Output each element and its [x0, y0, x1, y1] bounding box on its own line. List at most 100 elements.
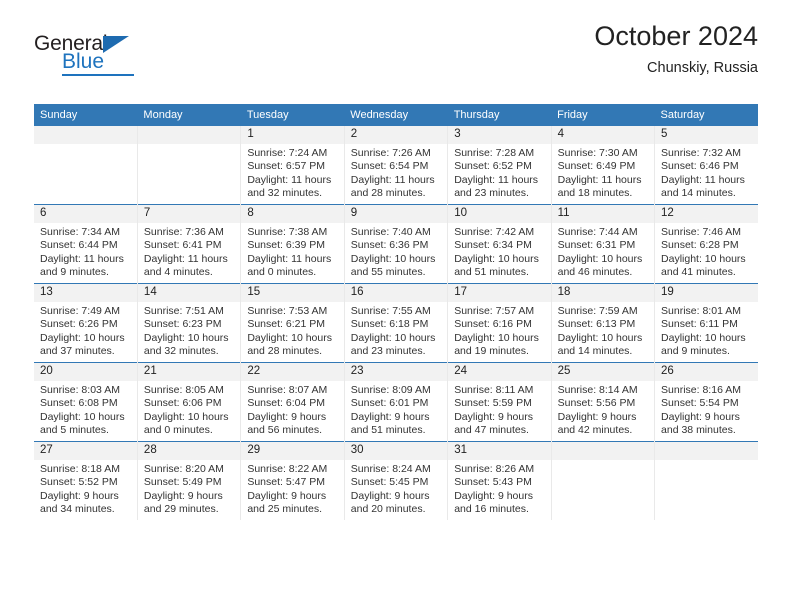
calendar-day-cell[interactable]: 7 Sunrise: 7:36 AM Sunset: 6:41 PM Daylight…	[137, 204, 242, 284]
weekday-header-sunday: Sunday	[34, 104, 138, 126]
daylight-text: Daylight: 9 hours and 34 minutes.	[40, 489, 119, 516]
calendar-day-cell[interactable]: 4 Sunrise: 7:30 AM Sunset: 6:49 PM Daylight…	[551, 126, 656, 205]
logo-underline	[62, 74, 134, 76]
calendar-day-cell[interactable]: 15 Sunrise: 7:53 AM Sunset: 6:21 PM Dayligh…	[240, 283, 345, 363]
day-details: Sunrise: 8:20 AM Sunset: 5:49 PM Daylight:…	[138, 460, 240, 517]
sunset-text: Sunset: 6:41 PM	[143, 239, 222, 252]
calendar-day-cell[interactable]: 12 Sunrise: 7:46 AM Sunset: 6:28 PM Dayligh…	[654, 204, 758, 284]
calendar-day-cell[interactable]: 19 Sunrise: 8:01 AM Sunset: 6:11 PM Dayligh…	[654, 283, 758, 363]
calendar-day-cell[interactable]: 20 Sunrise: 8:03 AM Sunset: 6:08 PM Dayligh…	[34, 362, 138, 442]
day-details: Sunrise: 7:42 AM Sunset: 6:34 PM Daylight:…	[448, 223, 550, 280]
calendar-day-cell[interactable]: 23 Sunrise: 8:09 AM Sunset: 6:01 PM Dayligh…	[344, 362, 449, 442]
daylight-text: Daylight: 10 hours and 14 minutes.	[557, 331, 643, 358]
calendar-day-cell[interactable]: 28 Sunrise: 8:20 AM Sunset: 5:49 PM Dayligh…	[137, 441, 242, 520]
day-number: 7	[137, 205, 241, 223]
sunset-text: Sunset: 5:52 PM	[40, 476, 118, 489]
calendar-day-cell[interactable]: 17 Sunrise: 7:57 AM Sunset: 6:16 PM Dayligh…	[447, 283, 552, 363]
sunrise-text: Sunrise: 8:22 AM	[247, 463, 328, 475]
sunset-text: Sunset: 6:54 PM	[350, 160, 429, 173]
day-number	[34, 126, 137, 144]
weekday-header-tuesday: Tuesday	[240, 104, 345, 126]
calendar-day-cell[interactable]: 5 Sunrise: 7:32 AM Sunset: 6:46 PM Daylight…	[654, 126, 758, 205]
sunset-text: Sunset: 5:49 PM	[143, 476, 222, 489]
sunrise-text: Sunrise: 8:14 AM	[557, 384, 638, 396]
sunrise-text: Sunrise: 7:30 AM	[557, 147, 638, 159]
calendar-day-cell[interactable]: 3 Sunrise: 7:28 AM Sunset: 6:52 PM Daylight…	[447, 126, 552, 205]
calendar-week-row: 13 Sunrise: 7:49 AM Sunset: 6:26 PM Dayligh…	[34, 283, 758, 363]
day-details: Sunrise: 7:59 AM Sunset: 6:13 PM Daylight:…	[552, 302, 654, 359]
sunset-text: Sunset: 6:49 PM	[557, 160, 636, 173]
daylight-text: Daylight: 11 hours and 32 minutes.	[247, 173, 332, 200]
sunrise-text: Sunrise: 8:09 AM	[350, 384, 431, 396]
calendar-day-cell[interactable]: 10 Sunrise: 7:42 AM Sunset: 6:34 PM Dayligh…	[447, 204, 552, 284]
daylight-text: Daylight: 11 hours and 23 minutes.	[454, 173, 539, 200]
sunset-text: Sunset: 6:44 PM	[40, 239, 118, 252]
calendar-week-row: 6 Sunrise: 7:34 AM Sunset: 6:44 PM Daylight…	[34, 204, 758, 284]
day-details: Sunrise: 7:53 AM Sunset: 6:21 PM Daylight:…	[241, 302, 343, 359]
day-number: 26	[655, 363, 758, 381]
sunrise-text: Sunrise: 7:46 AM	[661, 226, 741, 238]
sunset-text: Sunset: 6:52 PM	[454, 160, 532, 173]
calendar-day-cell[interactable]: 18 Sunrise: 7:59 AM Sunset: 6:13 PM Dayligh…	[551, 283, 656, 363]
sunset-text: Sunset: 5:54 PM	[661, 397, 739, 410]
calendar-day-cell[interactable]: 31 Sunrise: 8:26 AM Sunset: 5:43 PM Dayligh…	[447, 441, 552, 520]
day-number: 20	[34, 363, 137, 381]
daylight-text: Daylight: 10 hours and 55 minutes.	[350, 252, 436, 279]
calendar-header-row-group: Sunday Monday Tuesday Wednesday Thursday…	[34, 104, 758, 126]
calendar-day-cell[interactable]: 11 Sunrise: 7:44 AM Sunset: 6:31 PM Dayligh…	[551, 204, 656, 284]
sunrise-text: Sunrise: 7:32 AM	[661, 147, 741, 159]
daylight-text: Daylight: 10 hours and 19 minutes.	[454, 331, 539, 358]
day-details: Sunrise: 8:05 AM Sunset: 6:06 PM Daylight:…	[138, 381, 240, 438]
day-details: Sunrise: 8:26 AM Sunset: 5:43 PM Daylight:…	[448, 460, 550, 517]
calendar-week-row: 27 Sunrise: 8:18 AM Sunset: 5:52 PM Dayligh…	[34, 441, 758, 520]
daylight-text: Daylight: 10 hours and 46 minutes.	[557, 252, 643, 279]
calendar-page: General Blue October 2024 Chunskiy, Russ…	[0, 0, 792, 612]
weekday-header-saturday: Saturday	[654, 104, 758, 126]
calendar-day-cell[interactable]: 30 Sunrise: 8:24 AM Sunset: 5:45 PM Dayligh…	[344, 441, 449, 520]
sunrise-text: Sunrise: 7:55 AM	[350, 305, 431, 317]
sunset-text: Sunset: 5:59 PM	[454, 397, 532, 410]
sunset-text: Sunset: 5:43 PM	[454, 476, 532, 489]
sunrise-text: Sunrise: 7:59 AM	[557, 305, 638, 317]
sunset-text: Sunset: 6:08 PM	[40, 397, 118, 410]
day-details: Sunrise: 7:57 AM Sunset: 6:16 PM Daylight:…	[448, 302, 550, 359]
daylight-text: Daylight: 10 hours and 9 minutes.	[661, 331, 746, 358]
calendar-day-cell[interactable]: 6 Sunrise: 7:34 AM Sunset: 6:44 PM Daylight…	[34, 204, 138, 284]
calendar-day-cell[interactable]: 9 Sunrise: 7:40 AM Sunset: 6:36 PM Daylight…	[344, 204, 449, 284]
sunrise-text: Sunrise: 8:16 AM	[661, 384, 741, 396]
daylight-text: Daylight: 10 hours and 28 minutes.	[247, 331, 332, 358]
day-details: Sunrise: 7:34 AM Sunset: 6:44 PM Daylight:…	[34, 223, 137, 280]
calendar-day-cell[interactable]: 16 Sunrise: 7:55 AM Sunset: 6:18 PM Dayligh…	[344, 283, 449, 363]
calendar-day-cell[interactable]: 29 Sunrise: 8:22 AM Sunset: 5:47 PM Dayligh…	[240, 441, 345, 520]
sunset-text: Sunset: 6:31 PM	[557, 239, 636, 252]
calendar-day-cell[interactable]: 13 Sunrise: 7:49 AM Sunset: 6:26 PM Dayligh…	[34, 283, 138, 363]
calendar-day-cell[interactable]: 1 Sunrise: 7:24 AM Sunset: 6:57 PM Daylight…	[240, 126, 345, 205]
sunset-text: Sunset: 6:34 PM	[454, 239, 532, 252]
calendar-day-cell[interactable]: 27 Sunrise: 8:18 AM Sunset: 5:52 PM Dayligh…	[34, 441, 138, 520]
weekday-header-friday: Friday	[551, 104, 655, 126]
daylight-text: Daylight: 9 hours and 51 minutes.	[350, 410, 430, 437]
calendar-day-cell[interactable]: 25 Sunrise: 8:14 AM Sunset: 5:56 PM Dayligh…	[551, 362, 656, 442]
calendar-day-cell-empty	[551, 441, 656, 520]
sunset-text: Sunset: 6:36 PM	[350, 239, 429, 252]
calendar-day-cell[interactable]: 21 Sunrise: 8:05 AM Sunset: 6:06 PM Dayligh…	[137, 362, 242, 442]
calendar-day-cell[interactable]: 26 Sunrise: 8:16 AM Sunset: 5:54 PM Dayligh…	[654, 362, 758, 442]
calendar-day-cell[interactable]: 14 Sunrise: 7:51 AM Sunset: 6:23 PM Dayligh…	[137, 283, 242, 363]
calendar-day-cell[interactable]: 24 Sunrise: 8:11 AM Sunset: 5:59 PM Dayligh…	[447, 362, 552, 442]
day-number: 23	[344, 363, 448, 381]
sunrise-text: Sunrise: 7:34 AM	[40, 226, 120, 238]
sunrise-text: Sunrise: 7:44 AM	[557, 226, 638, 238]
weekday-header-wednesday: Wednesday	[344, 104, 448, 126]
calendar-day-cell[interactable]: 8 Sunrise: 7:38 AM Sunset: 6:39 PM Daylight…	[240, 204, 345, 284]
sunset-text: Sunset: 6:28 PM	[661, 239, 739, 252]
day-details: Sunrise: 8:24 AM Sunset: 5:45 PM Daylight:…	[345, 460, 447, 517]
day-details: Sunrise: 8:11 AM Sunset: 5:59 PM Daylight:…	[448, 381, 550, 438]
daylight-text: Daylight: 9 hours and 56 minutes.	[247, 410, 327, 437]
sunrise-text: Sunrise: 7:36 AM	[143, 226, 224, 238]
calendar-day-cell[interactable]: 2 Sunrise: 7:26 AM Sunset: 6:54 PM Daylight…	[344, 126, 449, 205]
daylight-text: Daylight: 10 hours and 37 minutes.	[40, 331, 125, 358]
day-number: 1	[241, 126, 344, 144]
calendar-day-cell[interactable]: 22 Sunrise: 8:07 AM Sunset: 6:04 PM Dayligh…	[240, 362, 345, 442]
day-details: Sunrise: 7:38 AM Sunset: 6:39 PM Daylight:…	[241, 223, 343, 280]
day-details: Sunrise: 7:46 AM Sunset: 6:28 PM Daylight:…	[655, 223, 758, 280]
